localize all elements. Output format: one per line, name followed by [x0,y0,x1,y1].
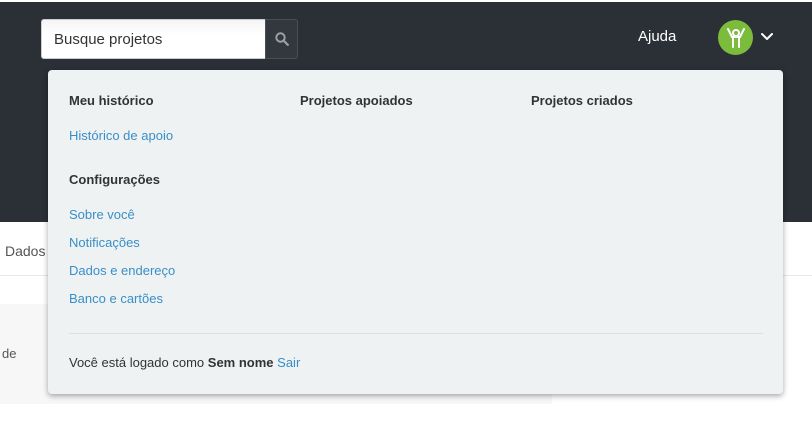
logged-in-status: Você está logado como Sem nome Sair [69,355,300,370]
content-card-text: de [2,346,17,361]
logout-link[interactable]: Sair [277,355,300,370]
search-button[interactable] [265,19,298,59]
chevron-down-icon[interactable] [760,31,774,43]
menu-item-about-you[interactable]: Sobre você [69,207,135,222]
menu-item-bank-cards[interactable]: Banco e cartões [69,291,163,306]
user-dropdown-menu: Meu histórico Projetos apoiados Projetos… [48,70,783,394]
search-input[interactable] [41,19,265,59]
logged-in-prefix: Você está logado como [69,355,205,370]
menu-item-support-history[interactable]: Histórico de apoio [69,128,173,143]
user-name: Sem nome [207,355,274,370]
tab-dados[interactable]: Dados [5,243,45,259]
section-title-settings: Configurações [69,172,161,187]
user-avatar[interactable] [718,20,753,55]
column-title-created-projects: Projetos criados [531,93,633,108]
menu-item-address-data[interactable]: Dados e endereço [69,263,175,278]
help-link[interactable]: Ajuda [638,28,676,45]
column-title-backed-projects: Projetos apoiados [300,93,413,108]
search-icon [274,32,289,46]
user-avatar-icon [726,27,745,48]
menu-divider [69,333,763,334]
menu-item-notifications[interactable]: Notificações [69,235,140,250]
column-title-history: Meu histórico [69,93,154,108]
search-box [41,19,298,59]
